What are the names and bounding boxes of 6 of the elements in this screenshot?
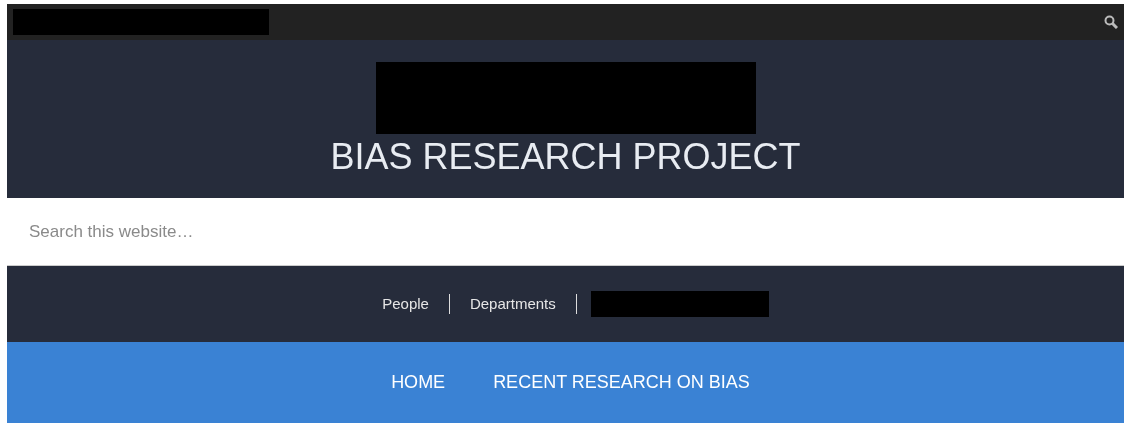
menu-link[interactable]: RECENT RESEARCH ON BIAS xyxy=(493,372,750,393)
site-title: BIAS RESEARCH PROJECT xyxy=(330,135,801,179)
nav-link[interactable]: People xyxy=(362,294,450,314)
nav-link[interactable]: Departments xyxy=(449,294,577,314)
menu-link[interactable]: HOME xyxy=(391,372,446,393)
search-icon[interactable] xyxy=(1104,15,1118,29)
